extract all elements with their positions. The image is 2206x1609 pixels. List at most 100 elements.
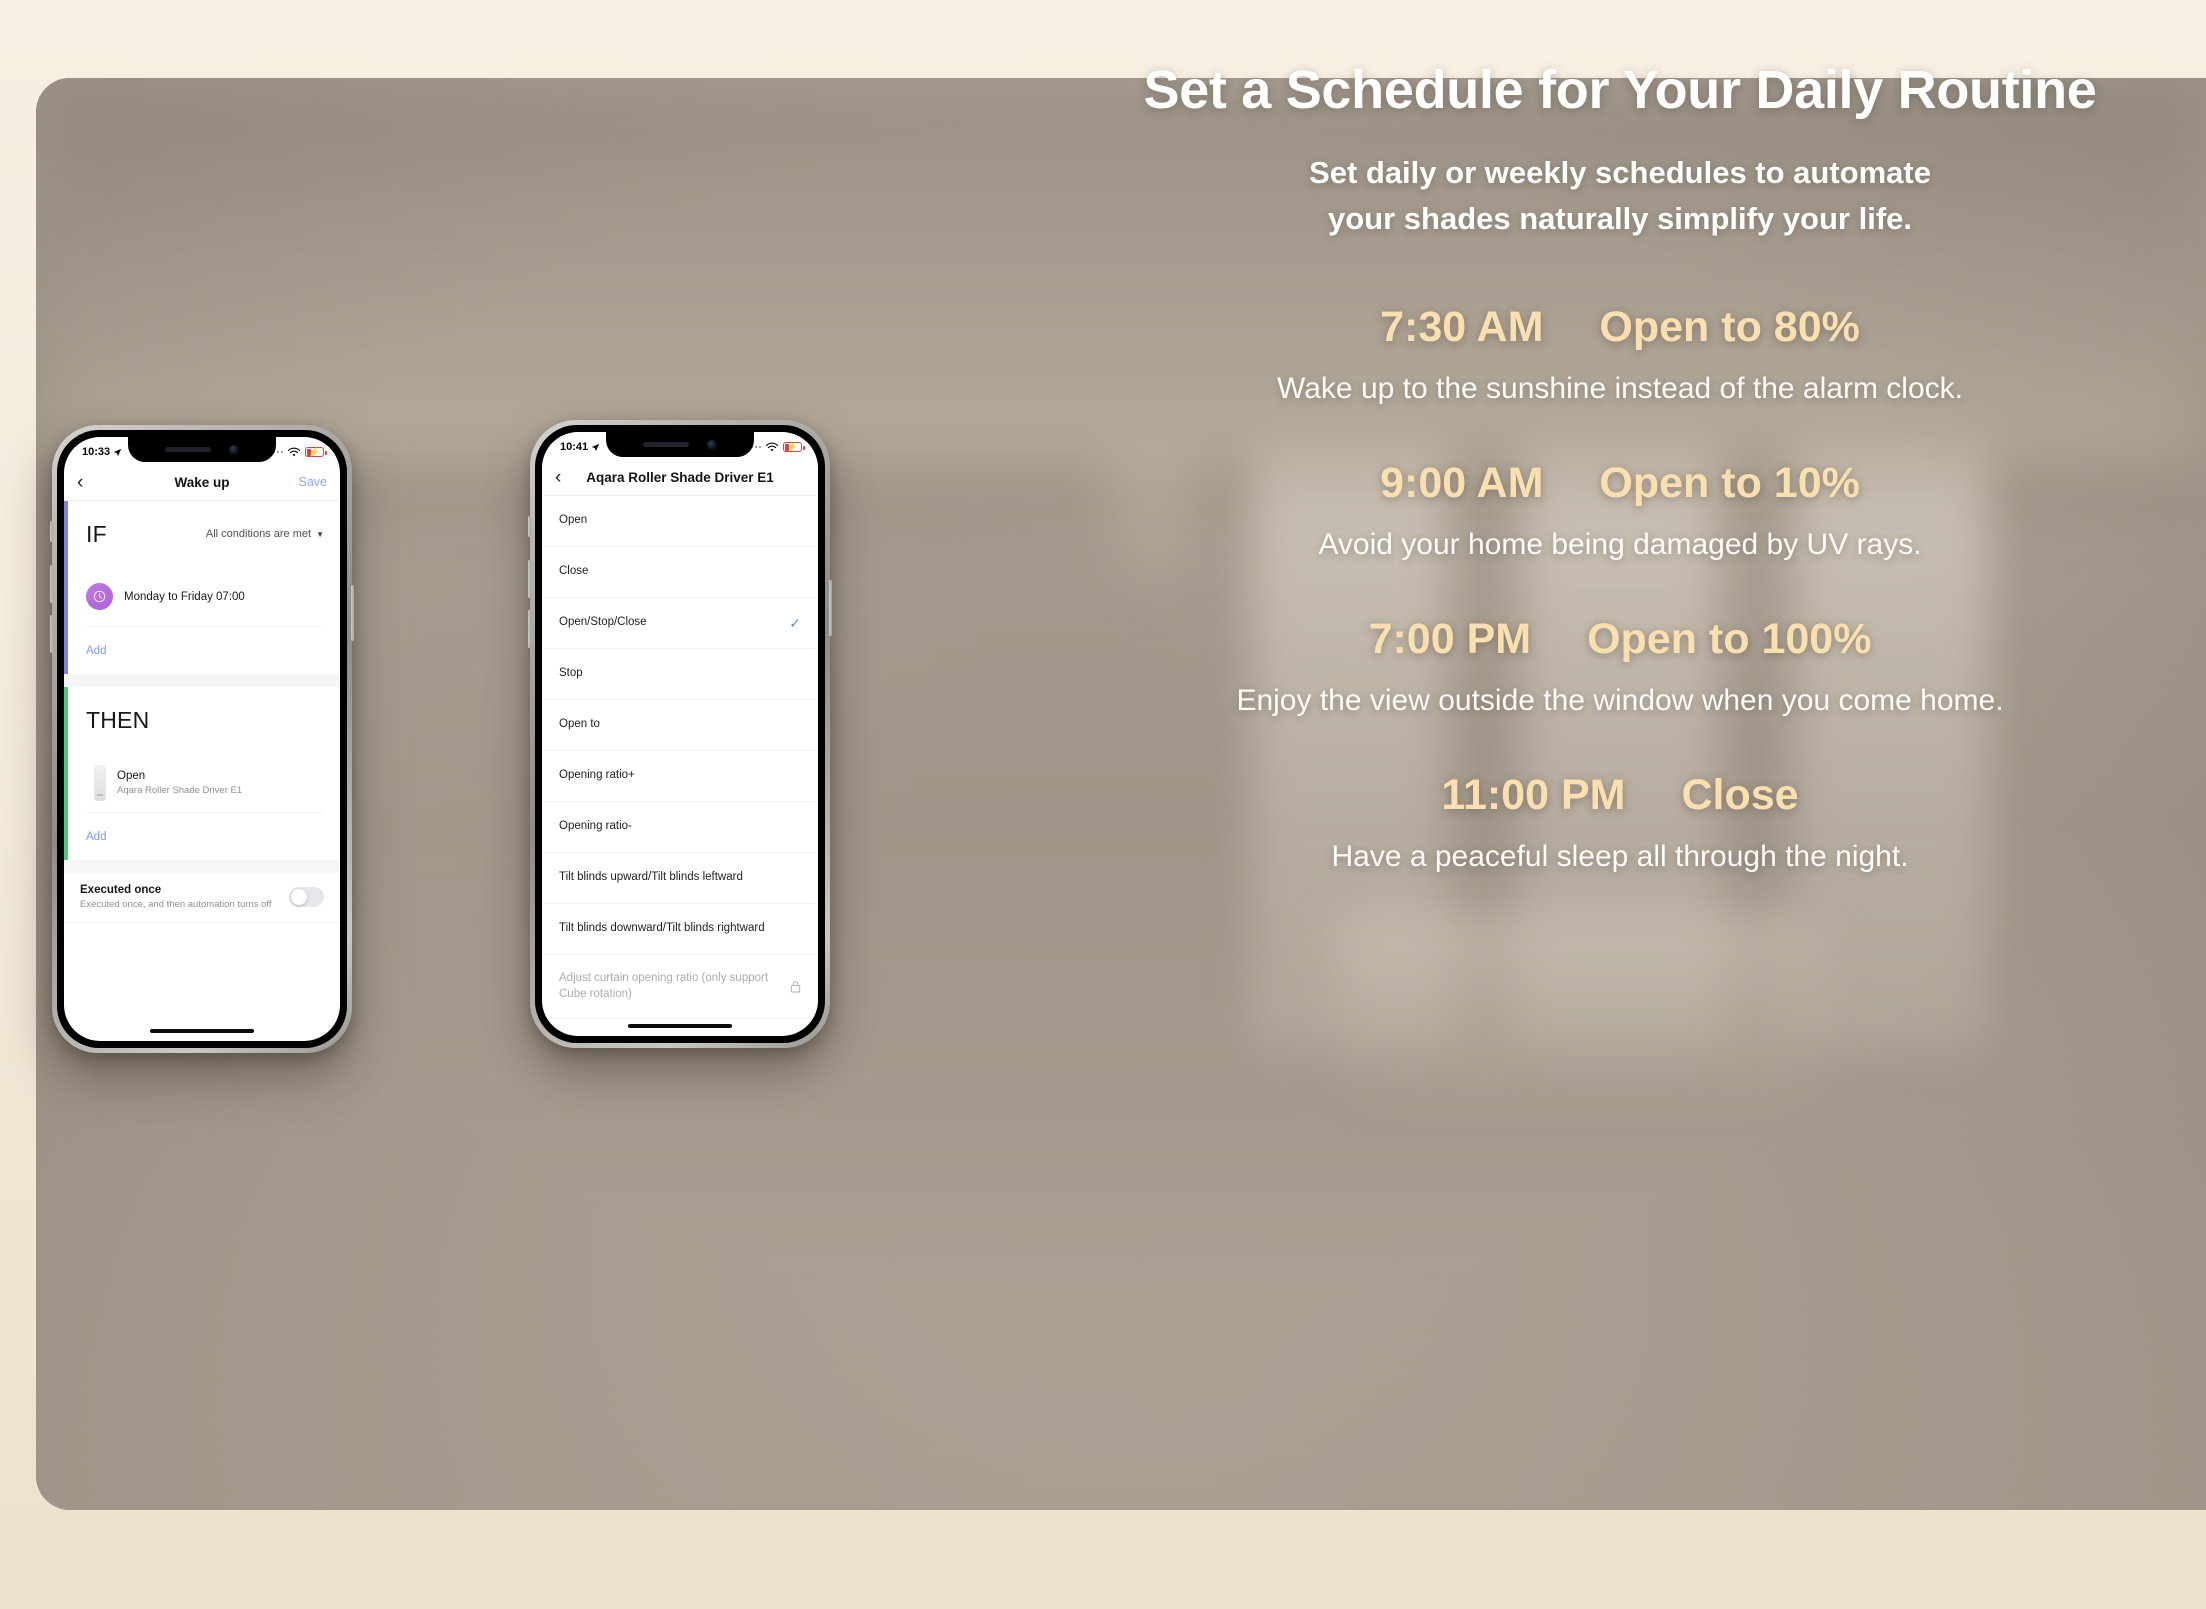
wifi-icon (287, 447, 301, 456)
page-subtitle: Set daily or weekly schedules to automat… (1070, 150, 2170, 241)
schedule-action: Open to 10% (1599, 458, 1860, 507)
navigation-bar: ‹ Aqara Roller Shade Driver E1 (542, 459, 818, 496)
status-bar-time: 10:41 (560, 441, 589, 453)
battery-charging-icon: ⚡ (305, 447, 327, 457)
action-row-text: Open Aqara Roller Shade Driver E1 (117, 770, 242, 796)
save-button[interactable]: Save (299, 475, 328, 489)
schedule-item-heading: 11:00 PM Close (1070, 771, 2170, 820)
back-button[interactable]: ‹ (555, 468, 579, 487)
schedule-time: 11:00 PM (1441, 770, 1626, 819)
list-item[interactable]: Open (542, 496, 818, 547)
schedule-time: 9:00 AM (1380, 458, 1544, 507)
if-add-button[interactable]: Add (86, 627, 324, 674)
list-item[interactable]: Open/Stop/Close ✓ (542, 598, 818, 649)
trigger-label: Monday to Friday 07:00 (124, 590, 245, 603)
subtitle-line-1: Set daily or weekly schedules to automat… (1309, 155, 1931, 191)
screen-title: Aqara Roller Shade Driver E1 (586, 469, 774, 485)
option-label: Tilt blinds upward/Tilt blinds leftward (559, 871, 743, 884)
list-item[interactable]: Opening ratio- (542, 802, 818, 853)
schedule-time: 7:30 AM (1380, 302, 1544, 351)
status-bar-left: 10:33 (82, 446, 122, 458)
page-title: Set a Schedule for Your Daily Routine (1143, 60, 2097, 120)
checkmark-icon: ✓ (789, 615, 801, 631)
option-label: Adjust curtain opening ratio (only suppo… (559, 972, 769, 1000)
lock-icon (790, 981, 801, 993)
then-header: THEN (86, 687, 324, 753)
status-bar-right: ⚡ (268, 447, 327, 458)
executed-once-toggle[interactable] (289, 887, 324, 907)
list-item[interactable]: Tilt blinds downward/Tilt blinds rightwa… (542, 904, 818, 955)
clock-icon (86, 583, 113, 610)
schedule-item: 7:00 PM Open to 100% Enjoy the view outs… (1070, 615, 2170, 720)
action-option-list: Open Close Open/Stop/Close ✓ Stop Open t… (542, 496, 818, 1019)
navigation-bar: ‹ Wake up Save (64, 464, 340, 501)
option-label: Open (559, 514, 588, 527)
schedule-time: 7:00 PM (1368, 614, 1532, 663)
schedule-list: 7:30 AM Open to 80% Wake up to the sunsh… (1070, 303, 2170, 876)
phone-mute-switch[interactable] (50, 521, 53, 542)
front-camera-icon (707, 439, 717, 450)
phone-volume-up[interactable] (50, 565, 53, 603)
option-label: Stop (559, 667, 583, 680)
if-section: IF All conditions are met ▼ Monday to Fr… (64, 501, 340, 674)
schedule-action: Open to 100% (1587, 614, 1872, 663)
front-camera-icon (229, 444, 239, 455)
option-label: Close (559, 565, 589, 578)
then-title: THEN (86, 706, 150, 733)
list-item[interactable]: Close (542, 547, 818, 598)
marketing-copy: Set a Schedule for Your Daily Routine Se… (1070, 60, 2170, 876)
condition-mode-label: All conditions are met (205, 528, 312, 540)
back-button[interactable]: ‹ (77, 473, 101, 492)
home-indicator[interactable] (150, 1029, 254, 1033)
phone-notch (606, 432, 754, 457)
condition-mode-dropdown[interactable]: All conditions are met ▼ (206, 528, 324, 540)
schedule-description: Have a peaceful sleep all through the ni… (1331, 839, 1909, 873)
phone-mockup-automation: 10:33 ⚡ ‹ Wake up Save IF All conditions… (50, 425, 354, 1053)
list-item[interactable]: Tilt blinds upward/Tilt blinds leftward (542, 853, 818, 904)
phone-power-button[interactable] (351, 585, 354, 641)
location-arrow-icon (113, 448, 122, 456)
wifi-icon (765, 442, 779, 451)
earpiece-speaker-icon (165, 447, 211, 452)
action-row[interactable]: Open Aqara Roller Shade Driver E1 (86, 753, 324, 813)
schedule-item: 9:00 AM Open to 10% Avoid your home bein… (1070, 459, 2170, 564)
location-arrow-icon (591, 443, 600, 451)
then-accent-bar (64, 687, 68, 860)
executed-once-subtitle: Executed once, and then automation turns… (80, 899, 272, 910)
phone-volume-up[interactable] (528, 560, 531, 598)
option-label: Opening ratio+ (559, 769, 635, 782)
schedule-item-heading: 7:00 PM Open to 100% (1070, 615, 2170, 664)
home-indicator[interactable] (628, 1024, 732, 1028)
list-item[interactable]: Opening ratio+ (542, 751, 818, 802)
action-title: Open (117, 769, 146, 782)
status-bar-left: 10:41 (560, 441, 600, 453)
list-item[interactable]: Open to (542, 700, 818, 751)
earpiece-speaker-icon (643, 442, 689, 447)
trigger-row[interactable]: Monday to Friday 07:00 (86, 567, 324, 627)
list-item-locked: Adjust curtain opening ratio (only suppo… (542, 955, 818, 1019)
subtitle-line-2: your shades naturally simplify your life… (1327, 200, 1912, 236)
schedule-item-heading: 7:30 AM Open to 80% (1070, 303, 2170, 352)
schedule-action: Open to 80% (1599, 302, 1860, 351)
chevron-down-icon: ▼ (316, 529, 324, 539)
list-item[interactable]: Stop (542, 649, 818, 700)
schedule-item: 11:00 PM Close Have a peaceful sleep all… (1070, 771, 2170, 876)
status-bar-right: ⚡ (746, 442, 805, 453)
phone-screen: 10:41 ⚡ ‹ Aqara Roller Shade Driver E1 O… (542, 432, 818, 1036)
phone-volume-down[interactable] (50, 615, 53, 653)
phone-power-button[interactable] (829, 580, 832, 636)
status-bar-time: 10:33 (82, 446, 111, 458)
phone-bezel: 10:33 ⚡ ‹ Wake up Save IF All conditions… (57, 430, 347, 1048)
phone-notch (128, 437, 276, 462)
phone-screen: 10:33 ⚡ ‹ Wake up Save IF All conditions… (64, 437, 340, 1041)
phone-bezel: 10:41 ⚡ ‹ Aqara Roller Shade Driver E1 O… (535, 425, 825, 1043)
then-add-button[interactable]: Add (86, 813, 324, 860)
phone-volume-down[interactable] (528, 610, 531, 648)
schedule-description: Avoid your home being damaged by UV rays… (1318, 527, 1922, 561)
phone-mute-switch[interactable] (528, 516, 531, 537)
executed-once-row[interactable]: Executed once Executed once, and then au… (64, 873, 340, 923)
schedule-description: Enjoy the view outside the window when y… (1236, 683, 2004, 717)
battery-charging-icon: ⚡ (783, 442, 805, 452)
toggle-knob (290, 888, 308, 906)
option-label: Open to (559, 718, 600, 731)
